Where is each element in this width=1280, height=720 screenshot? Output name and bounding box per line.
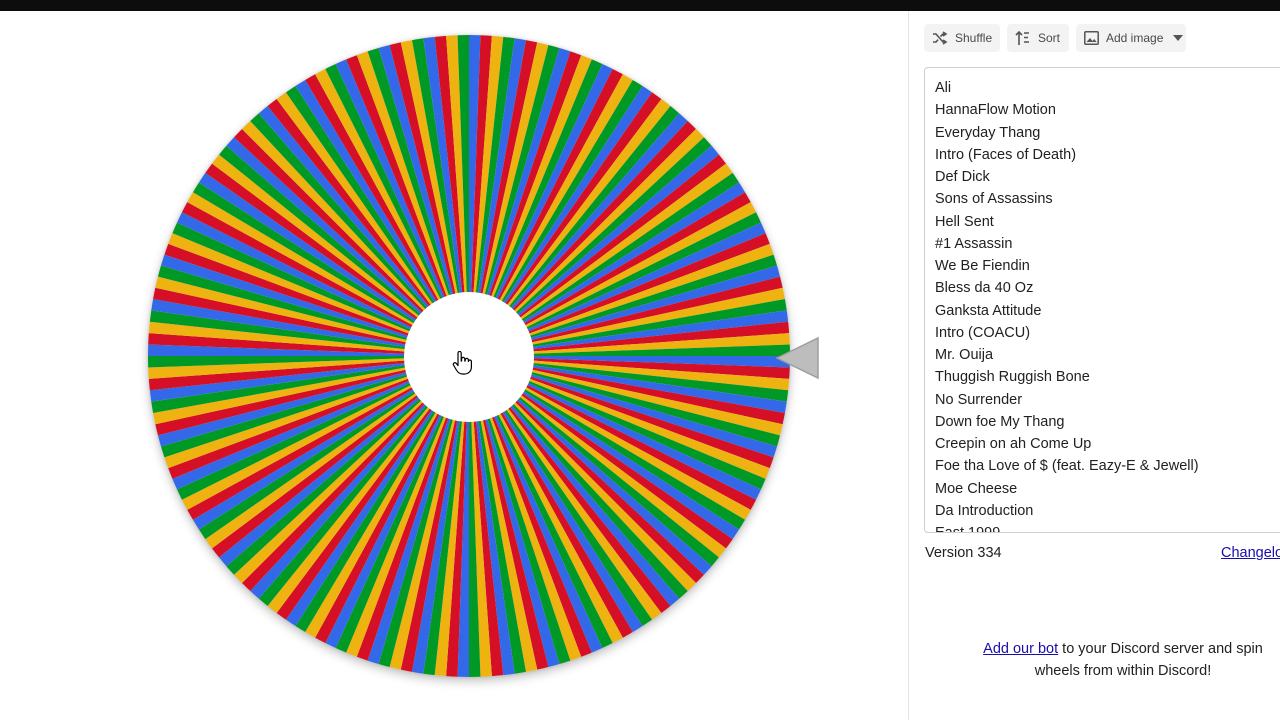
entry-item: East 1999	[935, 525, 1001, 533]
entry-item: Ali	[935, 80, 952, 96]
sort-button[interactable]: Sort	[1007, 24, 1069, 52]
entry-item: Moe Cheese	[935, 480, 1018, 497]
entry-item: Down foe My Thang	[935, 413, 1065, 430]
wheel-pointer-icon	[775, 336, 819, 380]
sort-label: Sort	[1038, 31, 1061, 45]
discord-text-1: to your Discord server and spin	[1058, 641, 1263, 657]
entry-item: Foe tha Love of $ (feat. Eazy-E & Jewell…	[935, 458, 1199, 475]
entry-item: HannaFlow Motion	[935, 102, 1056, 119]
discord-promo: Add our bot to your Discord server and s…	[964, 638, 1280, 682]
entries-list: Ali HannaFlow Motion Everyday Thang Intr…	[935, 77, 1199, 533]
add-bot-link[interactable]: Add our bot	[983, 641, 1058, 657]
entry-item: Intro (Faces of Death)	[935, 146, 1077, 163]
version-label: Version 334	[925, 545, 1002, 561]
entry-item: Creepin on ah Come Up	[935, 436, 1092, 452]
entry-item: Intro (COACU)	[935, 324, 1031, 341]
entry-item: #1 Assassin	[935, 235, 1013, 252]
entry-item: Thuggish Ruggish Bone	[935, 369, 1090, 386]
entry-item: Ganksta Attitude	[935, 302, 1042, 319]
changelog-link[interactable]: Changelog	[1221, 545, 1280, 561]
discord-text-2: wheels from within Discord!	[1034, 663, 1212, 679]
shuffle-label: Shuffle	[955, 31, 993, 45]
entry-item: We Be Fiendin	[935, 258, 1030, 274]
top-bar	[0, 0, 1280, 11]
entry-item: Sons of Assassins	[935, 191, 1053, 208]
image-icon	[1084, 31, 1099, 45]
sort-icon	[1015, 30, 1029, 45]
entry-item: Def Dick	[935, 169, 990, 185]
entry-item: No Surrender	[935, 391, 1023, 408]
entry-item: Everyday Thang	[935, 124, 1041, 141]
pane-divider	[908, 11, 909, 720]
entry-item: Bless da 40 Oz	[935, 280, 1034, 297]
entry-item: Da Introduction	[935, 502, 1034, 519]
entries-textbox[interactable]: Ali HannaFlow Motion Everyday Thang Intr…	[924, 67, 1280, 533]
shuffle-icon	[933, 31, 948, 45]
add-image-button[interactable]: Add image	[1076, 24, 1186, 52]
chevron-down-icon	[1173, 35, 1184, 41]
entry-item: Hell Sent	[935, 213, 994, 230]
shuffle-button[interactable]: Shuffle	[924, 24, 1000, 52]
add-image-label: Add image	[1106, 31, 1164, 45]
entry-item: Mr. Ouija	[935, 347, 994, 363]
hand-cursor-icon	[452, 351, 472, 375]
